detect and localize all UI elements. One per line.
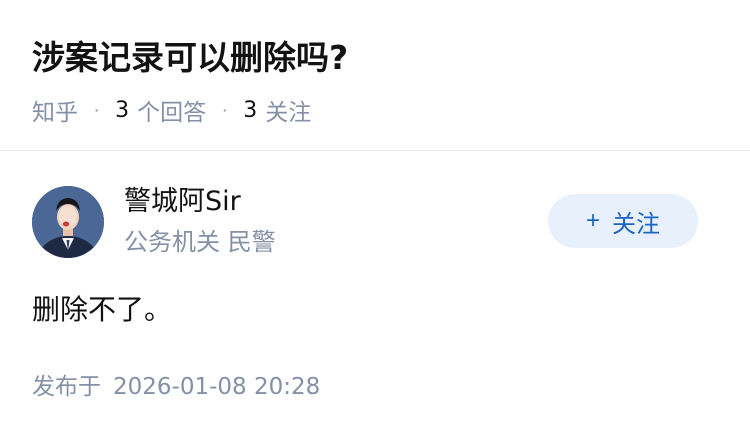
answer-published-time: 发布于 2026-01-08 20:28	[32, 370, 320, 404]
meta-separator: ·	[94, 100, 100, 120]
avatar[interactable]	[32, 186, 104, 258]
follow-button-label: 关注	[612, 210, 660, 238]
question-title[interactable]: 涉案记录可以删除吗?	[32, 36, 348, 80]
followers-count: 3	[243, 97, 258, 123]
published-time: 2026-01-08 20:28	[113, 374, 321, 400]
followers-label[interactable]: 关注	[265, 93, 311, 127]
plus-icon: +	[585, 207, 600, 234]
author-name[interactable]: 警城阿Sir	[124, 184, 241, 220]
question-meta: 知乎 · 3 个回答 · 3 关注	[32, 93, 311, 127]
answers-label[interactable]: 个回答	[137, 93, 206, 127]
police-officer-avatar-icon	[32, 186, 104, 258]
meta-separator: ·	[222, 100, 228, 120]
source-label[interactable]: 知乎	[32, 93, 78, 127]
published-label: 发布于	[32, 374, 101, 400]
author-badge: 公务机关 民警	[124, 228, 276, 256]
answer-content: 删除不了。	[32, 293, 173, 326]
answers-count: 3	[115, 97, 130, 123]
answer-card: 警城阿Sir 公务机关 民警 + 关注 删除不了。 发布于 2026-01-08 …	[0, 151, 750, 438]
question-header: 涉案记录可以删除吗? 知乎 · 3 个回答 · 3 关注	[0, 0, 750, 151]
follow-button[interactable]: + 关注	[548, 194, 698, 248]
